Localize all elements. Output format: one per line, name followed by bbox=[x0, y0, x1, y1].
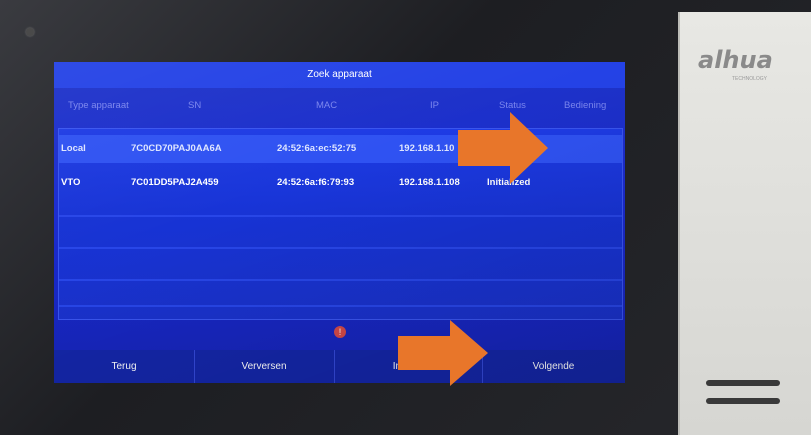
screen: Zoek apparaat Type apparaat SN MAC IP St… bbox=[54, 62, 625, 383]
column-header-ip: IP bbox=[430, 100, 439, 111]
column-header-status: Status bbox=[499, 100, 526, 111]
row-divider bbox=[59, 247, 622, 249]
side-panel: alhua TECHNOLOGY bbox=[678, 12, 811, 435]
row-divider bbox=[59, 215, 622, 217]
arrow-right-icon bbox=[458, 112, 548, 184]
speaker-slot-icon bbox=[706, 380, 780, 386]
column-header-mac: MAC bbox=[316, 100, 338, 111]
screen-title: Zoek apparaat bbox=[54, 62, 625, 88]
cell-sn: 7C0CD70PAJ0AA6A bbox=[131, 143, 222, 154]
row-divider bbox=[59, 305, 622, 307]
refresh-button[interactable]: Verversen bbox=[194, 350, 335, 383]
row-divider bbox=[59, 279, 622, 281]
button-bar: Terug Verversen Initialis Volgende bbox=[54, 350, 625, 383]
speaker-slot-icon bbox=[706, 398, 780, 404]
alert-icon: ! bbox=[334, 326, 346, 338]
column-header-actions: Bediening bbox=[564, 100, 607, 111]
next-button[interactable]: Volgende bbox=[482, 350, 625, 383]
column-header-type: Type apparaat bbox=[68, 100, 129, 111]
arrow-right-icon bbox=[398, 320, 488, 386]
cell-ip: 192.168.1.108 bbox=[399, 177, 460, 188]
back-button[interactable]: Terug bbox=[54, 350, 195, 383]
cell-mac: 24:52:6a:ec:52:75 bbox=[277, 143, 357, 154]
cell-mac: 24:52:6a:f6:79:93 bbox=[277, 177, 355, 188]
brand-subtext: TECHNOLOGY bbox=[732, 76, 768, 82]
cell-sn: 7C01DD5PAJ2A459 bbox=[131, 177, 219, 188]
device-bezel: Zoek apparaat Type apparaat SN MAC IP St… bbox=[0, 0, 811, 435]
cell-type: Local bbox=[61, 143, 86, 154]
camera-lens-icon bbox=[26, 28, 34, 36]
cell-type: VTO bbox=[61, 177, 81, 188]
column-header-sn: SN bbox=[188, 100, 202, 111]
cell-ip: 192.168.1.10 bbox=[399, 143, 455, 154]
